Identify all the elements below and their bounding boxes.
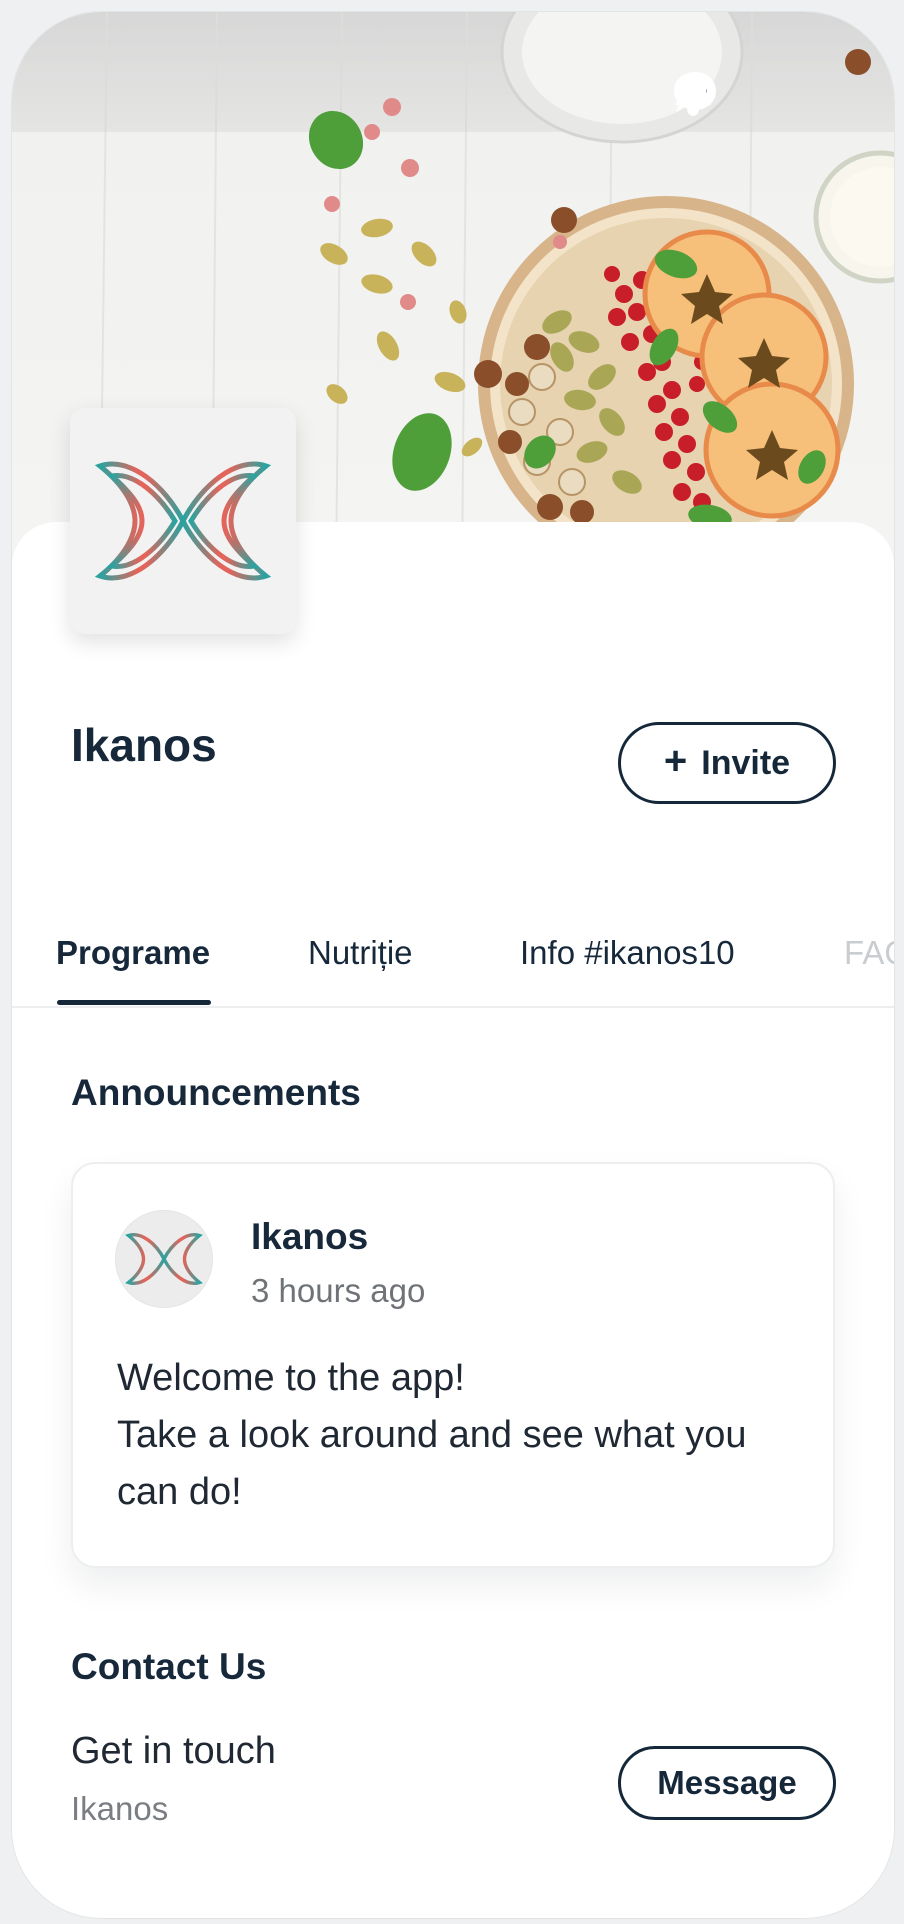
- message-button[interactable]: Message: [618, 1746, 836, 1820]
- post-line: Welcome to the app!: [117, 1357, 465, 1399]
- post-timestamp: 3 hours ago: [251, 1272, 426, 1309]
- contact-title: Contact Us: [71, 1646, 267, 1687]
- ikanos-logo-icon: [94, 461, 272, 581]
- avatar: [115, 1210, 213, 1308]
- announcements-title: Announcements: [71, 1072, 361, 1113]
- post-line: Take a look around and see what you: [117, 1414, 747, 1456]
- group-logo: [70, 408, 296, 634]
- ikanos-logo-icon: [125, 1233, 203, 1285]
- tab-info-ikanos10[interactable]: Info #ikanos10: [520, 934, 735, 972]
- app-screen: Ikanos + Invite Programe Nutriție Info #…: [12, 12, 894, 1918]
- bell-icon[interactable]: [675, 70, 834, 120]
- post-body: Welcome to the app! Take a look around a…: [117, 1350, 807, 1521]
- tab-faq[interactable]: FAQ: [844, 934, 894, 972]
- plus-icon: +: [663, 739, 688, 783]
- active-tab-indicator: [57, 1000, 211, 1005]
- tab-nutritie[interactable]: Nutriție: [308, 934, 413, 972]
- invite-button[interactable]: + Invite: [618, 722, 836, 804]
- post-line: can do!: [117, 1471, 242, 1513]
- contact-heading: Get in touch: [71, 1730, 276, 1772]
- post-author: Ikanos: [251, 1216, 369, 1257]
- invite-label: Invite: [701, 743, 791, 782]
- group-name: Ikanos: [71, 719, 217, 771]
- tab-programe[interactable]: Programe: [56, 934, 210, 972]
- contact-name: Ikanos: [71, 1790, 169, 1827]
- tab-bar: Programe Nutriție Info #ikanos10 FAQ: [12, 912, 894, 1008]
- announcement-card[interactable]: Ikanos 3 hours ago Welcome to the app! T…: [71, 1162, 835, 1568]
